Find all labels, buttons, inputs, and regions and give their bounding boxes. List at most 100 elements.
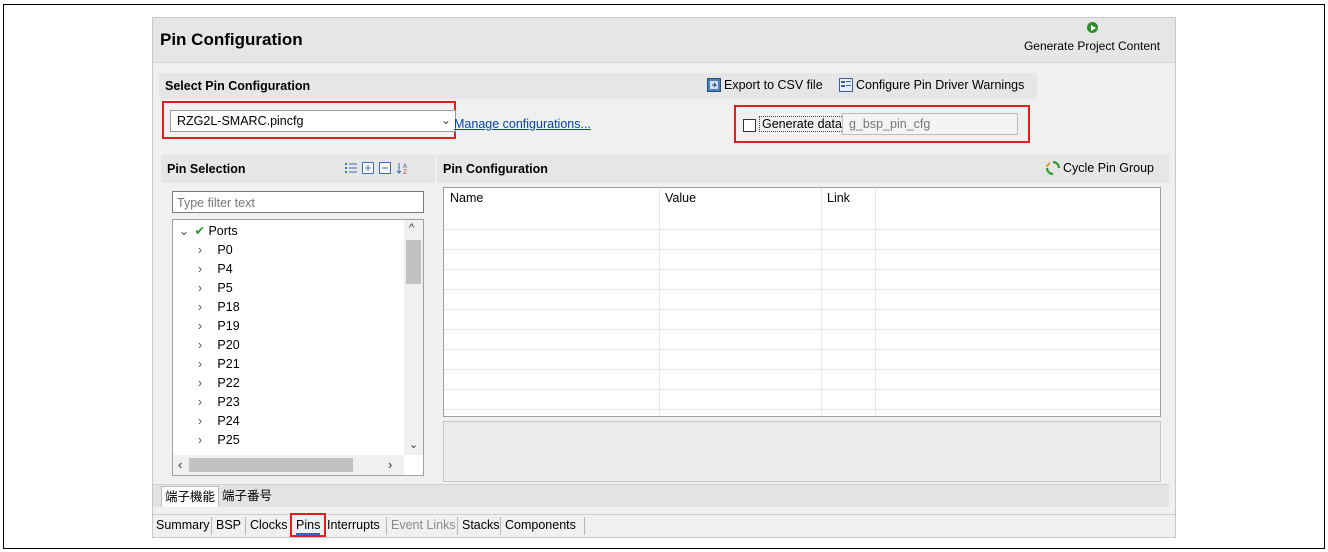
config-select-highlight: RZG2L-SMARC.pincfg ⌄: [162, 101, 456, 139]
scroll-down-icon[interactable]: ⌄: [409, 438, 418, 451]
row-divider: [444, 389, 1160, 390]
select-section-title: Select Pin Configuration: [165, 79, 311, 93]
chevron-down-icon: ⌄: [440, 113, 451, 127]
scroll-left-icon[interactable]: ‹: [178, 457, 182, 472]
tree-vertical-scrollbar[interactable]: ^ ⌄: [404, 220, 423, 455]
collapsed-chevron-icon: ›: [197, 414, 203, 428]
column-header-value[interactable]: Value: [659, 188, 696, 208]
tab-separator: [500, 517, 501, 535]
tree-item[interactable]: › P19: [193, 317, 240, 336]
tree-item[interactable]: › P25: [193, 431, 240, 445]
column-header-name[interactable]: Name: [444, 188, 483, 208]
list-view-icon[interactable]: [345, 162, 357, 178]
tree-item-label: P20: [217, 338, 240, 352]
tab-components[interactable]: Components: [505, 515, 576, 535]
tree-scroll-thumb[interactable]: [406, 240, 421, 284]
generate-data-checkbox[interactable]: [743, 119, 756, 132]
page-title: Pin Configuration: [160, 30, 303, 49]
tree-item[interactable]: › P22: [193, 374, 240, 393]
row-divider: [444, 349, 1160, 350]
tree-item[interactable]: › P24: [193, 412, 240, 431]
tree-item[interactable]: › P4: [193, 260, 233, 279]
pin-selection-header: Pin Selection AZ: [161, 155, 435, 183]
svg-text:Z: Z: [403, 169, 407, 175]
generate-data-field[interactable]: g_bsp_pin_cfg: [842, 113, 1018, 135]
tab-pin-function[interactable]: 端子機能: [161, 486, 220, 507]
cycle-pin-group-button[interactable]: Cycle Pin Group: [1045, 160, 1154, 176]
tab-stacks[interactable]: Stacks: [462, 515, 500, 535]
collapse-all-icon[interactable]: [379, 162, 391, 178]
play-icon: [1086, 22, 1098, 33]
tree-root-label: Ports: [208, 224, 238, 238]
tree-item-label: P24: [217, 414, 240, 428]
editor-bottom-tab-bar: Summary BSP Clocks Pins Interrupts Event…: [153, 513, 1175, 537]
tab-summary[interactable]: Summary: [156, 515, 209, 535]
pin-configuration-table-title: Pin Configuration: [443, 162, 548, 176]
tree-root-ports[interactable]: ⌄ ✔ Ports: [177, 222, 238, 241]
tab-pin-number[interactable]: 端子番号: [219, 486, 275, 506]
configure-pin-driver-warnings-button[interactable]: Configure Pin Driver Warnings: [839, 78, 1024, 92]
pin-details-panel: [443, 421, 1161, 482]
pin-configuration-editor: Pin Configuration Generate Project Conte…: [152, 17, 1176, 538]
collapsed-chevron-icon: ›: [197, 300, 203, 314]
manage-configurations-link[interactable]: Manage configurations...: [454, 117, 591, 131]
tree-item[interactable]: › P21: [193, 355, 240, 374]
column-divider: [821, 188, 822, 416]
editor-header: Pin Configuration Generate Project Conte…: [153, 18, 1175, 63]
tree-item-label: P23: [217, 395, 240, 409]
tab-interrupts[interactable]: Interrupts: [327, 515, 380, 535]
row-divider: [444, 249, 1160, 250]
tree-hscroll-thumb[interactable]: [189, 458, 353, 472]
scroll-up-icon[interactable]: ^: [409, 222, 414, 234]
tab-separator: [211, 517, 212, 535]
export-csv-button[interactable]: Export to CSV file: [707, 78, 823, 92]
tree-item-label: P18: [217, 300, 240, 314]
tab-clocks[interactable]: Clocks: [250, 515, 288, 535]
scroll-right-icon[interactable]: ›: [388, 457, 392, 472]
row-divider: [444, 289, 1160, 290]
collapsed-chevron-icon: ›: [197, 357, 203, 371]
generate-data-label: Generate data:: [759, 116, 849, 132]
collapsed-chevron-icon: ›: [197, 319, 203, 333]
row-divider: [444, 369, 1160, 370]
tab-separator: [386, 517, 387, 535]
pin-config-table: Name Value Link: [443, 187, 1161, 417]
tree-item[interactable]: › P18: [193, 298, 240, 317]
column-divider: [875, 188, 876, 416]
tab-separator: [457, 517, 458, 535]
pin-filter-input[interactable]: Type filter text: [172, 191, 424, 213]
pin-selection-title: Pin Selection: [167, 162, 246, 176]
pin-view-tab-bar: 端子機能 端子番号: [153, 484, 1169, 507]
select-pin-configuration-header: Select Pin Configuration Export to CSV f…: [159, 73, 1037, 99]
tree-horizontal-scrollbar[interactable]: ‹ ›: [173, 455, 404, 475]
tab-event-links[interactable]: Event Links: [391, 515, 456, 535]
generate-data-highlight: Generate data: g_bsp_pin_cfg: [734, 105, 1030, 143]
configure-warnings-label: Configure Pin Driver Warnings: [856, 78, 1025, 92]
tree-item[interactable]: › P0: [193, 241, 233, 260]
expand-all-icon[interactable]: [362, 162, 374, 178]
column-header-link[interactable]: Link: [821, 188, 850, 208]
generate-project-content-button[interactable]: Generate Project Content: [1017, 22, 1167, 60]
collapsed-chevron-icon: ›: [197, 433, 203, 445]
row-divider: [444, 269, 1160, 270]
row-divider: [444, 409, 1160, 410]
row-divider: [444, 329, 1160, 330]
export-csv-label: Export to CSV file: [724, 78, 823, 92]
collapsed-chevron-icon: ›: [197, 338, 203, 352]
tree-item-label: P21: [217, 357, 240, 371]
tree-item-label: P22: [217, 376, 240, 390]
tree-item[interactable]: › P20: [193, 336, 240, 355]
collapsed-chevron-icon: ›: [197, 395, 203, 409]
tree-item[interactable]: › P23: [193, 393, 240, 412]
tab-bsp[interactable]: BSP: [216, 515, 241, 535]
pin-configuration-select[interactable]: RZG2L-SMARC.pincfg ⌄: [170, 110, 456, 132]
warnings-config-icon: [839, 78, 853, 92]
sort-az-icon[interactable]: AZ: [396, 162, 410, 178]
filter-placeholder: Type filter text: [177, 196, 255, 210]
tab-separator: [584, 517, 585, 535]
tree-item[interactable]: › P5: [193, 279, 233, 298]
collapsed-chevron-icon: ›: [197, 281, 203, 295]
collapsed-chevron-icon: ›: [197, 262, 203, 276]
config-select-value: RZG2L-SMARC.pincfg: [177, 114, 304, 128]
tab-pins[interactable]: Pins: [296, 515, 321, 535]
